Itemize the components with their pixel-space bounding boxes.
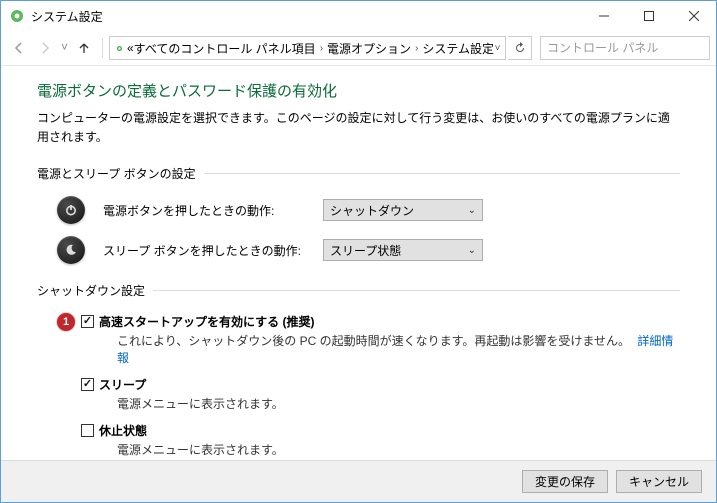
power-button-combo[interactable]: シャットダウン ⌄ bbox=[323, 199, 483, 221]
sleep-button-combo[interactable]: スリープ状態 ⌄ bbox=[323, 239, 483, 261]
footer: 変更の保存 キャンセル bbox=[1, 460, 716, 502]
cancel-button[interactable]: キャンセル bbox=[616, 470, 702, 493]
refresh-button[interactable] bbox=[508, 36, 532, 60]
search-box[interactable] bbox=[540, 36, 710, 60]
page-title: 電源ボタンの定義とパスワード保護の有効化 bbox=[37, 80, 680, 101]
minimize-button[interactable] bbox=[581, 1, 626, 31]
address-dropdown-icon[interactable]: ˅ bbox=[494, 43, 501, 54]
search-icon bbox=[704, 42, 705, 54]
breadcrumb-prefix[interactable]: « bbox=[127, 41, 134, 55]
chevron-right-icon: › bbox=[320, 43, 323, 54]
fast-startup-checkbox[interactable] bbox=[81, 315, 94, 328]
sleep-label: スリープ bbox=[99, 378, 146, 392]
group-power-sleep-buttons: 電源とスリープ ボタンの設定 電源ボタンを押したときの動作: シャットダウン ⌄… bbox=[37, 165, 680, 264]
sleep-row: スリープ 電源メニューに表示されます。 bbox=[37, 376, 680, 412]
toolbar-divider bbox=[102, 38, 103, 58]
chevron-right-icon: › bbox=[415, 43, 418, 54]
hibernate-checkbox[interactable] bbox=[81, 424, 94, 437]
chevron-down-icon: ⌄ bbox=[468, 205, 476, 216]
toolbar: ˅ « すべてのコントロール パネル項目 › 電源オプション › システム設定 … bbox=[1, 31, 716, 65]
hibernate-row: 休止状態 電源メニューに表示されます。 bbox=[37, 422, 680, 458]
fast-startup-desc: これにより、シャットダウン後の PC の起動時間が速くなります。再起動は影響を受… bbox=[117, 332, 680, 366]
window-title: システム設定 bbox=[31, 8, 581, 25]
save-button[interactable]: 変更の保存 bbox=[522, 470, 608, 493]
fast-startup-row: 1 高速スタートアップを有効にする (推奨) これにより、シャットダウン後の P… bbox=[37, 313, 680, 366]
power-button-label: 電源ボタンを押したときの動作: bbox=[103, 202, 323, 219]
sleep-checkbox[interactable] bbox=[81, 378, 94, 391]
close-button[interactable] bbox=[671, 1, 716, 31]
group-shutdown-settings: シャットダウン設定 1 高速スタートアップを有効にする (推奨) これにより、シ… bbox=[37, 282, 680, 460]
breadcrumb-item[interactable]: システム設定 bbox=[422, 40, 494, 57]
fast-startup-label: 高速スタートアップを有効にする (推奨) bbox=[99, 315, 314, 329]
power-button-row: 電源ボタンを押したときの動作: シャットダウン ⌄ bbox=[37, 196, 680, 224]
app-icon bbox=[9, 8, 25, 24]
breadcrumb-item[interactable]: 電源オプション bbox=[327, 40, 411, 57]
forward-button[interactable] bbox=[33, 36, 57, 60]
sleep-button-label: スリープ ボタンを押したときの動作: bbox=[103, 242, 323, 259]
up-button[interactable] bbox=[72, 36, 96, 60]
annotation-marker: 1 bbox=[57, 313, 75, 331]
fast-startup-desc-text: これにより、シャットダウン後の PC の起動時間が速くなります。再起動は影響を受… bbox=[117, 334, 630, 348]
power-icon bbox=[57, 196, 85, 224]
maximize-button[interactable] bbox=[626, 1, 671, 31]
combo-value: シャットダウン bbox=[330, 202, 414, 219]
group-title: シャットダウン設定 bbox=[37, 282, 680, 299]
hibernate-desc: 電源メニューに表示されます。 bbox=[117, 441, 680, 458]
hibernate-label: 休止状態 bbox=[99, 424, 147, 438]
sleep-button-row: スリープ ボタンを押したときの動作: スリープ状態 ⌄ bbox=[37, 236, 680, 264]
sleep-desc: 電源メニューに表示されます。 bbox=[117, 395, 680, 412]
chevron-down-icon: ⌄ bbox=[468, 245, 476, 256]
breadcrumb-item[interactable]: すべてのコントロール パネル項目 bbox=[134, 40, 316, 57]
sleep-icon bbox=[57, 236, 85, 264]
breadcrumb[interactable]: « すべてのコントロール パネル項目 › 電源オプション › システム設定 ˅ bbox=[109, 36, 506, 60]
content-area: 電源ボタンの定義とパスワード保護の有効化 コンピューターの電源設定を選択できます… bbox=[1, 66, 716, 460]
back-button[interactable] bbox=[7, 36, 31, 60]
combo-value: スリープ状態 bbox=[330, 242, 401, 259]
search-input[interactable] bbox=[545, 40, 704, 56]
address-icon bbox=[116, 40, 123, 56]
group-title: 電源とスリープ ボタンの設定 bbox=[37, 165, 680, 182]
titlebar: システム設定 bbox=[1, 1, 716, 31]
history-dropdown-icon[interactable]: ˅ bbox=[61, 40, 68, 54]
page-description: コンピューターの電源設定を選択できます。このページの設定に対して行う変更は、お使… bbox=[37, 109, 680, 147]
